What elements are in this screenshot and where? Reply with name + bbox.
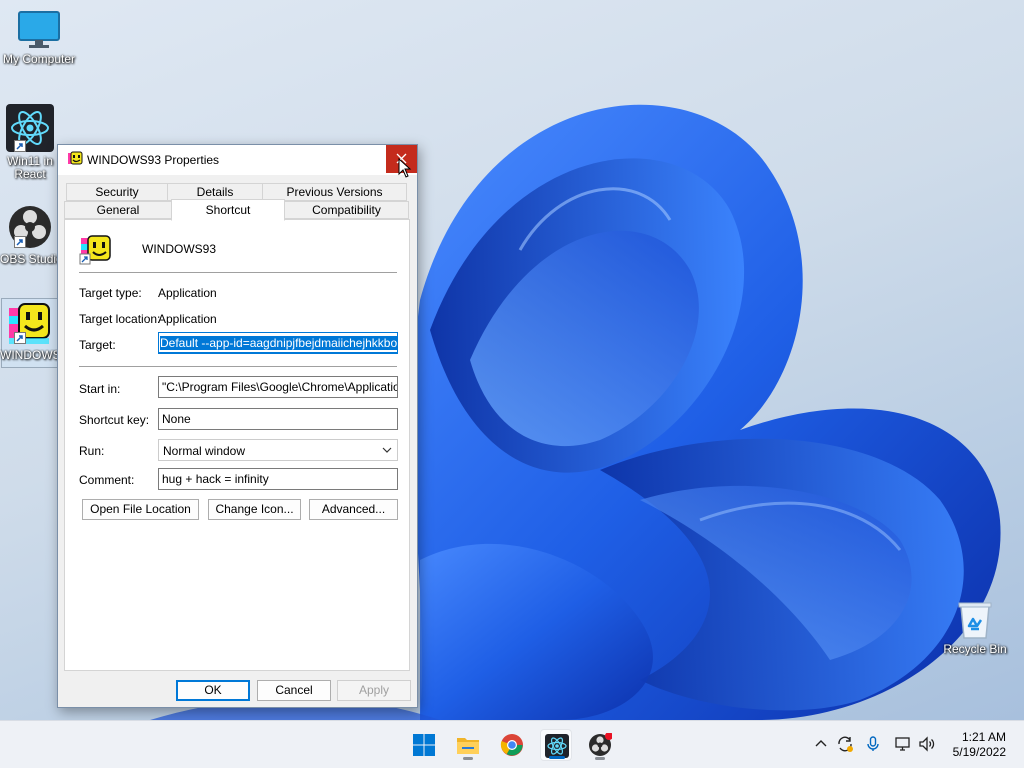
shortcut-key-label: Shortcut key: — [79, 413, 150, 427]
react-icon — [545, 734, 569, 758]
running-indicator — [549, 756, 565, 759]
run-select[interactable]: Normal window — [158, 439, 398, 461]
windows93-icon — [9, 303, 50, 344]
divider — [79, 366, 397, 367]
tab-security[interactable]: Security — [66, 183, 168, 201]
sync-icon[interactable] — [836, 735, 854, 753]
recycle-bin-icon — [958, 602, 992, 639]
tab-general[interactable]: General — [64, 201, 172, 219]
microphone-icon[interactable] — [864, 735, 882, 753]
target-value: Default --app-id=aagdnipjfbejdmaiichejhk… — [160, 336, 397, 350]
comment-label: Comment: — [79, 473, 135, 487]
shortcut-key-value: None — [162, 412, 191, 426]
desktop-icon-label: Win11 in React — [7, 155, 53, 181]
desktop-icon-recycle-bin[interactable]: Recycle Bin — [936, 600, 1014, 656]
mouse-cursor-icon — [398, 158, 412, 178]
desktop-icon-win11-react[interactable]: Win11 in React — [0, 104, 60, 181]
comment-value: hug + hack = infinity — [162, 472, 269, 486]
running-indicator — [595, 757, 605, 760]
open-file-location-button[interactable]: Open File Location — [82, 499, 199, 520]
desktop-icon-label: OBS Studio — [0, 253, 60, 266]
windows93-icon — [68, 151, 83, 165]
run-label: Run: — [79, 444, 105, 458]
target-type-label: Target type: — [79, 286, 142, 300]
start-button[interactable] — [408, 729, 440, 761]
clock-time: 1:21 AM — [961, 730, 1006, 744]
chrome-icon — [500, 734, 523, 756]
taskbar-chrome[interactable] — [496, 729, 528, 761]
desktop-icon-windows93[interactable]: WINDOWS93 — [0, 302, 60, 362]
shortcut-panel: WINDOWS93 Target type: Application Targe… — [64, 219, 410, 671]
start-in-value: "C:\Program Files\Google\Chrome\Applicat… — [162, 380, 398, 394]
desktop-icon-my-computer[interactable]: My Computer — [0, 10, 78, 66]
dialog-titlebar[interactable]: WINDOWS93 Properties — [58, 145, 417, 175]
apply-button[interactable]: Apply — [337, 680, 411, 701]
desktop-icon-label: WINDOWS93 — [0, 349, 60, 362]
advanced-button[interactable]: Advanced... — [309, 499, 398, 520]
comment-input[interactable]: hug + hack = infinity — [158, 468, 398, 490]
clock-date: 5/19/2022 — [952, 745, 1006, 759]
run-value: Normal window — [163, 444, 246, 458]
target-input[interactable]: Default --app-id=aagdnipjfbejdmaiichejhk… — [158, 332, 398, 354]
start-in-label: Start in: — [79, 382, 121, 396]
taskbar: 1:21 AM 5/19/2022 — [0, 720, 1024, 768]
ok-button[interactable]: OK — [176, 680, 250, 701]
start-in-input[interactable]: "C:\Program Files\Google\Chrome\Applicat… — [158, 376, 398, 398]
shortcut-arrow-icon — [14, 332, 26, 344]
folder-icon — [457, 738, 479, 754]
change-icon-button[interactable]: Change Icon... — [208, 499, 301, 520]
tab-compatibility[interactable]: Compatibility — [284, 201, 409, 219]
chevron-up-icon[interactable] — [812, 735, 830, 753]
clock[interactable]: 1:21 AM 5/19/2022 — [953, 730, 1006, 760]
taskbar-obs-studio[interactable] — [584, 729, 616, 761]
tab-shortcut[interactable]: Shortcut — [171, 199, 285, 221]
desktop-icon-label: My Computer — [2, 53, 76, 66]
target-location-label: Target location: — [79, 312, 161, 326]
chevron-down-icon — [382, 447, 392, 453]
network-icon[interactable] — [894, 735, 912, 753]
taskbar-file-explorer[interactable] — [452, 729, 484, 761]
target-location-value: Application — [158, 312, 217, 326]
windows93-icon — [79, 235, 111, 265]
windows-logo-icon — [413, 734, 435, 756]
divider — [79, 272, 397, 273]
shortcut-arrow-icon — [14, 236, 26, 248]
speaker-icon[interactable] — [918, 735, 936, 753]
obs-icon — [589, 733, 612, 756]
desktop-icon-obs-studio[interactable]: OBS Studio — [0, 204, 60, 266]
target-label: Target: — [79, 338, 116, 352]
properties-dialog: WINDOWS93 Properties Security Details Pr… — [57, 144, 418, 708]
taskbar-win11-react[interactable] — [540, 729, 572, 761]
running-indicator — [463, 757, 473, 760]
shortcut-name: WINDOWS93 — [142, 242, 217, 256]
cancel-button[interactable]: Cancel — [257, 680, 331, 701]
shortcut-arrow-icon — [14, 140, 26, 152]
shortcut-key-input[interactable]: None — [158, 408, 398, 430]
monitor-icon — [18, 11, 60, 48]
target-type-value: Application — [158, 286, 217, 300]
dialog-title: WINDOWS93 Properties — [87, 153, 220, 167]
desktop-icon-label: Recycle Bin — [943, 643, 1007, 656]
